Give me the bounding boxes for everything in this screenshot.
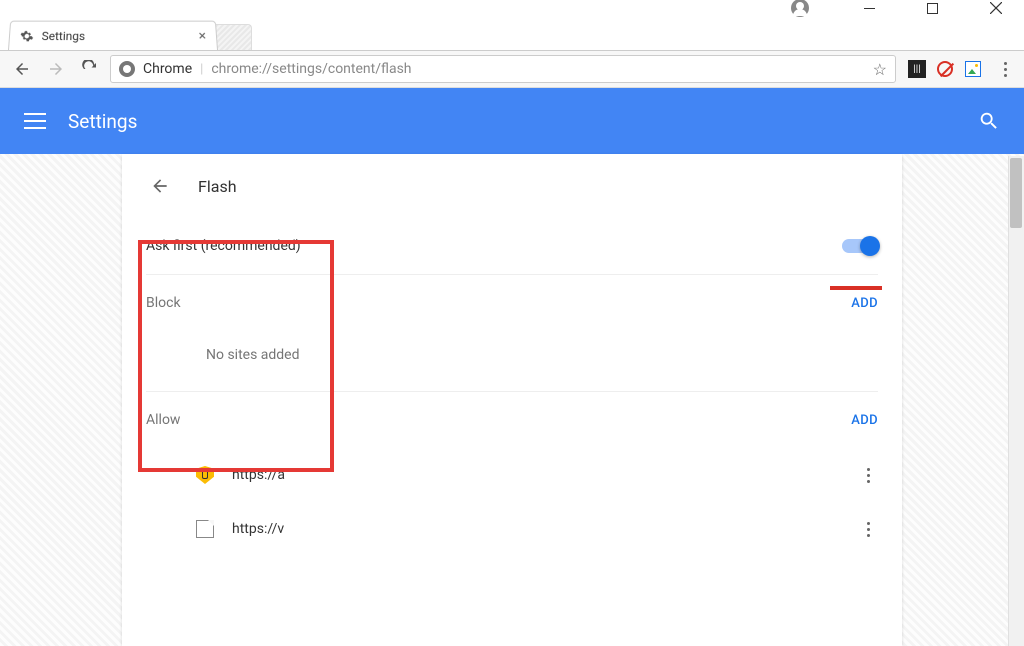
tab-close-button[interactable]: × (198, 28, 206, 44)
page-icon (196, 520, 214, 538)
extension-icons: ||| (902, 60, 988, 78)
scrollbar[interactable] (1008, 156, 1024, 646)
block-label: Block (146, 295, 181, 311)
block-add-button[interactable]: ADD (851, 296, 878, 311)
ask-first-label: Ask first (recommended) (146, 238, 301, 254)
extension-image-icon[interactable] (964, 60, 982, 78)
window-title-bar (0, 0, 1024, 16)
close-window-button[interactable] (973, 0, 1018, 16)
search-button[interactable] (978, 110, 1000, 132)
allow-add-button[interactable]: ADD (851, 413, 878, 428)
panel-title: Flash (198, 177, 237, 196)
ask-first-row: Ask first (recommended) (146, 218, 878, 274)
tab-title: Settings (41, 29, 191, 43)
site-actions-button[interactable] (867, 468, 878, 483)
site-actions-button[interactable] (867, 522, 878, 537)
settings-header: Settings (0, 88, 1024, 154)
url-text: chrome://settings/content/flash (211, 61, 411, 77)
back-button[interactable] (8, 55, 36, 83)
bookmark-star-icon[interactable]: ☆ (873, 60, 887, 79)
annotation-underline (830, 286, 882, 290)
address-bar[interactable]: Chrome | chrome://settings/content/flash… (110, 55, 896, 83)
allow-site-row[interactable]: https://a (146, 448, 878, 502)
scrollbar-thumb[interactable] (1010, 158, 1022, 228)
block-header-row: Block ADD (146, 274, 878, 331)
gear-icon (19, 29, 34, 43)
panel-back-button[interactable] (150, 176, 170, 196)
tab-settings[interactable]: Settings × (8, 21, 218, 50)
shield-icon (196, 466, 214, 484)
site-url: https://v (232, 521, 284, 537)
settings-title: Settings (68, 110, 137, 133)
minimize-button[interactable] (847, 0, 892, 16)
forward-button[interactable] (42, 55, 70, 83)
reload-button[interactable] (76, 55, 104, 83)
allow-header-row: Allow ADD (146, 391, 878, 448)
tab-strip: Settings × (0, 16, 1024, 50)
block-empty-text: No sites added (146, 331, 878, 391)
content-area: Flash Ask first (recommended) Block ADD … (0, 154, 1024, 646)
ask-first-toggle[interactable] (842, 239, 878, 253)
new-tab-button[interactable] (216, 24, 252, 50)
toolbar: Chrome | chrome://settings/content/flash… (0, 50, 1024, 88)
chrome-icon (119, 61, 135, 77)
allow-label: Allow (146, 412, 180, 428)
extension-equalizer-icon[interactable]: ||| (908, 60, 926, 78)
maximize-button[interactable] (910, 0, 955, 16)
site-url: https://a (232, 467, 285, 483)
allow-site-row[interactable]: https://v (146, 502, 878, 556)
menu-button[interactable] (24, 113, 46, 129)
chrome-menu-button[interactable] (994, 62, 1016, 77)
panel-header: Flash (122, 154, 902, 218)
extension-adblock-icon[interactable] (936, 60, 954, 78)
settings-panel: Flash Ask first (recommended) Block ADD … (122, 154, 902, 646)
account-icon[interactable] (791, 0, 809, 17)
url-scheme-label: Chrome (143, 61, 192, 77)
